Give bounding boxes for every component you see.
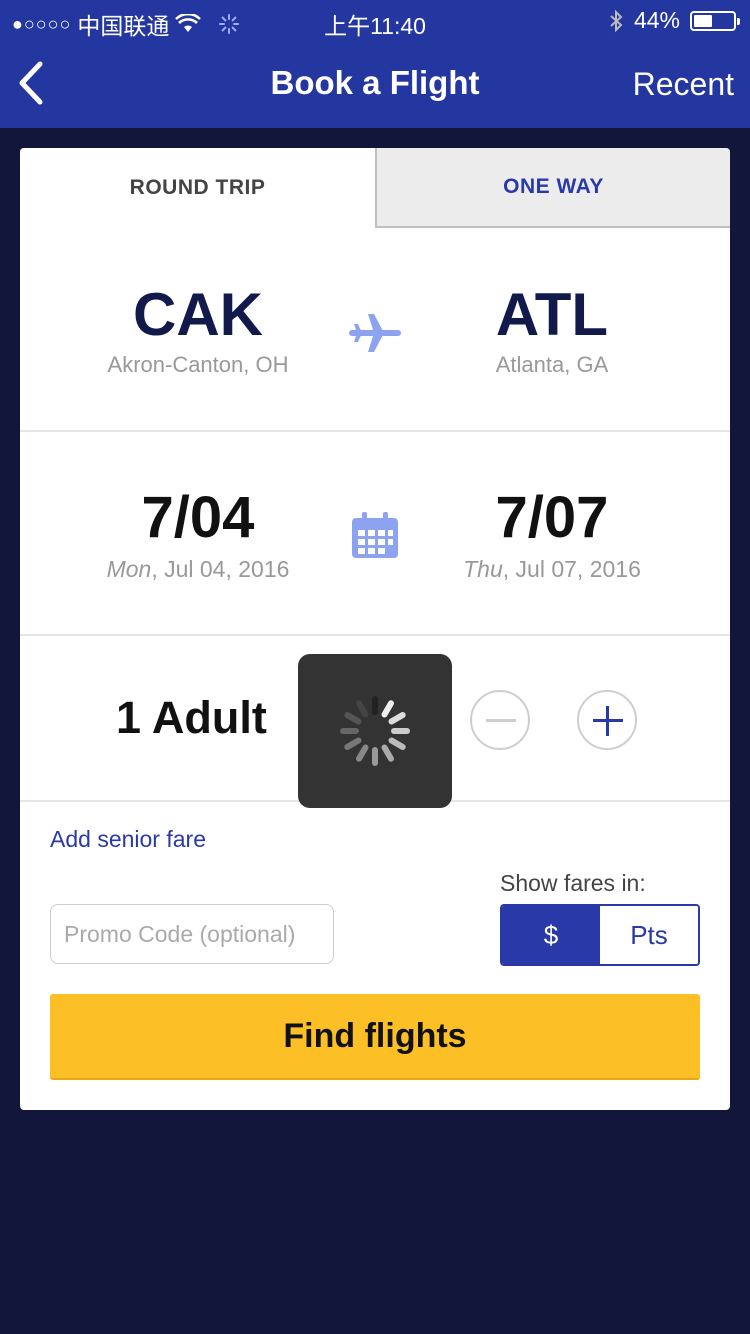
airplane-icon	[349, 314, 401, 352]
tab-one-way[interactable]: ONE WAY	[375, 148, 730, 228]
origin-city: Akron-Canton, OH	[107, 352, 289, 377]
booking-card: ROUND TRIP ONE WAY CAK Akron-Canton, OH …	[20, 148, 730, 1110]
destination-city: Atlanta, GA	[495, 352, 609, 377]
route-section: CAK Akron-Canton, OH ATL Atlanta, GA	[20, 228, 730, 432]
fare-dollar-option[interactable]: $	[502, 906, 600, 964]
status-bar: ●○○○○ 中国联通 上午11:40 44%	[0, 0, 750, 40]
bluetooth-icon	[610, 9, 623, 32]
status-right: 44%	[608, 7, 740, 34]
depart-weekday: Mon	[106, 556, 152, 582]
battery-icon	[690, 10, 740, 31]
depart-date-full: Mon, Jul 04, 2016	[38, 556, 358, 583]
fare-currency-toggle: $ Pts	[500, 904, 700, 966]
show-fares-label: Show fares in:	[500, 870, 646, 896]
dates-section: 7/04 Mon, Jul 04, 2016 7/07 Thu, Jul 07,…	[20, 434, 730, 636]
add-senior-fare-link[interactable]: Add senior fare	[50, 826, 206, 853]
passenger-count: 1 Adult	[116, 692, 267, 743]
promo-code-input[interactable]	[50, 904, 334, 964]
fare-points-option[interactable]: Pts	[600, 906, 698, 964]
battery-percent: 44%	[633, 7, 680, 33]
nav-bar: Book a Flight Recent	[0, 40, 750, 128]
loading-overlay	[298, 654, 452, 808]
tab-round-trip[interactable]: ROUND TRIP	[20, 148, 375, 228]
return-date[interactable]: 7/07	[392, 484, 712, 551]
depart-date[interactable]: 7/04	[38, 484, 358, 551]
return-weekday: Thu	[463, 556, 503, 582]
increase-passengers-button[interactable]	[577, 690, 637, 750]
recent-button[interactable]: Recent	[633, 66, 734, 103]
minus-icon	[486, 719, 516, 722]
find-flights-button[interactable]: Find flights	[50, 994, 700, 1080]
decrease-passengers-button[interactable]	[470, 690, 530, 750]
loading-spinner-icon	[340, 696, 410, 766]
return-date-full: Thu, Jul 07, 2016	[392, 556, 712, 583]
destination-code[interactable]: ATL	[402, 280, 702, 349]
return-date-rest: , Jul 07, 2016	[502, 556, 641, 582]
origin-code[interactable]: CAK	[48, 280, 348, 349]
depart-date-rest: , Jul 04, 2016	[151, 556, 290, 582]
